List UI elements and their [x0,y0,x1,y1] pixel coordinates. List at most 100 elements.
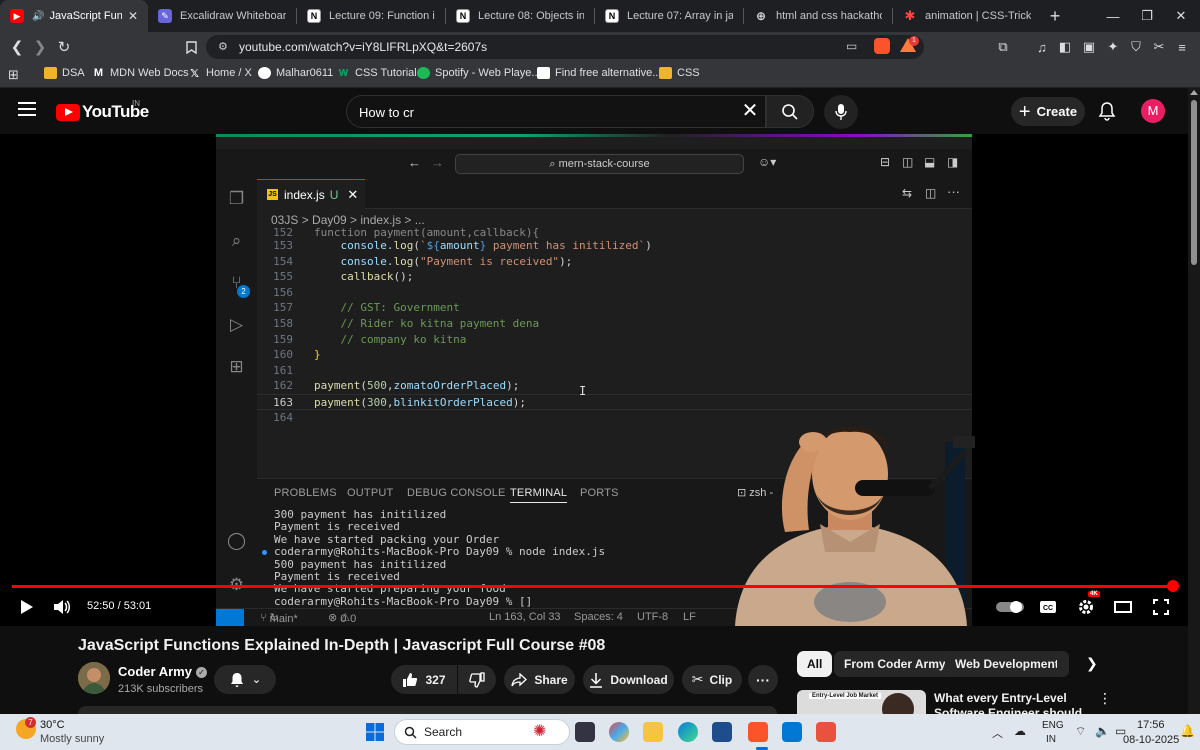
subscribed-notifications-button[interactable]: ⌄ [214,665,276,694]
recommended-thumbnail[interactable]: Entry-Level Job Market [797,690,926,714]
channel-name[interactable]: Coder Army ✓ [118,664,207,679]
chip-overflow[interactable] [1057,651,1069,677]
account-avatar[interactable]: M [1141,99,1165,123]
chip-from-coder-army[interactable]: From Coder Army [834,651,956,677]
bookmark-css[interactable]: CSS [659,67,700,79]
forward-icon[interactable]: ❯ [30,37,50,57]
edge-icon[interactable] [678,722,698,742]
share-button[interactable]: Share [504,665,575,694]
channel-avatar[interactable] [78,662,110,694]
reload-icon[interactable]: ↻ [54,37,74,57]
progress-scrubber[interactable] [1167,580,1179,592]
file-explorer-icon[interactable] [643,722,663,742]
close-window-icon[interactable]: ✕ [1162,0,1200,32]
scroll-up-icon[interactable] [1190,90,1198,95]
bookmark-github[interactable]: Malhar0611 [258,67,333,79]
leo-ai-icon[interactable]: ✦ [1105,39,1121,55]
media-icon[interactable]: ♫ [1034,39,1050,55]
brave-shield-icon[interactable] [874,38,890,54]
like-button[interactable]: 327 [391,665,457,694]
voice-search-button[interactable] [824,95,858,129]
clock-time[interactable]: 17:56 [1137,719,1165,731]
play-button[interactable] [16,596,38,618]
description-box[interactable] [78,706,777,714]
mute-button[interactable] [51,596,73,618]
apps-grid-icon[interactable]: ⊞ [8,67,19,83]
vpn-icon[interactable]: ⛉ [1128,39,1144,55]
task-view-icon[interactable] [575,722,595,742]
hamburger-menu-icon[interactable] [18,102,36,116]
search-button[interactable] [766,95,814,128]
bookmark-icon[interactable] [181,37,201,57]
wallet-icon[interactable]: ▣ [1081,39,1097,55]
bookmark-mdn[interactable]: M MDN Web Docs [92,67,189,79]
recommendation-more-icon[interactable]: ⋮ [1098,690,1112,707]
vscode-icon[interactable] [782,722,802,742]
notification-center-icon[interactable]: 🔔 [1180,724,1195,738]
clear-search-icon[interactable]: ✕ [739,101,761,123]
scrollbar-thumb[interactable] [1191,100,1197,265]
clip-button[interactable]: ✂ Clip [682,665,742,694]
browser-tab-youtube[interactable]: ▶ 🔊 JavaScript Functions ✕ [0,0,148,32]
progress-bar[interactable] [12,585,1173,588]
language-indicator[interactable]: ENG [1042,720,1064,731]
video-player[interactable]: ← → ⌕ mern-stack-course ☺▾ ⊟ ◫ ⬓ ◨ ❐ ⌕ ⑂… [0,134,1188,626]
extensions-icon[interactable]: ✂ [1151,39,1167,55]
download-button[interactable]: Download [583,665,674,694]
captions-button[interactable]: CC [1037,596,1059,618]
address-bar[interactable]: ⚙ youtube.com/watch?v=iY8LIFRLpXQ&t=2607… [206,35,924,59]
new-tab-button[interactable]: + [1041,6,1069,27]
browser-tab-lecture08[interactable]: N Lecture 08: Objects in Java [446,0,594,32]
clock-date[interactable]: 08-10-2025 [1123,734,1179,746]
settings-button[interactable]: 4K [1075,591,1100,618]
brave-browser-icon[interactable] [748,722,768,742]
back-arrow-icon: ← [408,155,421,170]
chip-web-development[interactable]: Web Development [945,651,1069,677]
search-input[interactable]: How to cr ✕ [346,95,766,128]
system-tray-cloud-icon[interactable]: ☁ [1014,724,1026,738]
minimize-icon[interactable]: — [1094,0,1132,32]
bookmark-alternatives[interactable]: Find free alternative... [537,67,661,79]
bookmark-x[interactable]: 𝕏 Home / X [188,67,252,80]
browser-tab-lecture09[interactable]: N Lecture 09: Function in Java [297,0,445,32]
back-icon[interactable]: ❮ [7,37,27,57]
browser-tab-css-tricks[interactable]: ✱ animation | CSS-Tricks [893,0,1041,32]
bookmark-css-tutorial[interactable]: W CSS Tutorial [337,67,417,79]
end-of-line: LF [683,611,696,623]
volume-icon[interactable]: 🔈 [1095,724,1110,738]
microsoft-store-icon[interactable] [712,722,732,742]
browser-tab-lecture07[interactable]: N Lecture 07: Array in javascript [595,0,743,32]
cast-icon[interactable]: ▭ [846,39,857,53]
fullscreen-button[interactable] [1150,596,1172,618]
bookmark-spotify[interactable]: Spotify - Web Playe... [417,67,541,79]
site-info-icon[interactable]: ⚙ [218,40,228,53]
autoplay-toggle[interactable] [995,596,1025,618]
create-button[interactable]: + Create [1011,97,1085,126]
wifi-icon[interactable]: ⌔ [1075,724,1086,739]
weather-temperature[interactable]: 30°C [40,719,65,731]
autoplay-toggle-icon [996,601,1024,613]
more-actions-button[interactable]: ··· [748,665,778,694]
screenshot-icon[interactable]: ⧉ [995,39,1011,55]
theater-mode-button[interactable] [1112,596,1134,618]
weather-description[interactable]: Mostly sunny [40,733,104,745]
browser-tab-excalidraw[interactable]: ✎ Excalidraw Whiteboard [148,0,296,32]
taskbar-search[interactable]: Search ✺ [394,719,570,745]
dislike-button[interactable] [458,665,496,694]
notifications-button[interactable] [1098,101,1118,121]
copilot-icon[interactable] [609,722,629,742]
brave-alt-icon[interactable] [816,722,836,742]
restore-icon[interactable]: ❐ [1128,0,1166,32]
audio-playing-icon[interactable]: 🔊 [32,11,44,22]
browser-tab-hackathon[interactable]: ⊕ html and css hackathon - C [744,0,892,32]
bookmark-dsa[interactable]: DSA [44,67,85,79]
close-tab-icon[interactable]: ✕ [128,9,138,23]
page-scrollbar[interactable] [1188,88,1200,714]
menu-icon[interactable]: ≡ [1174,39,1190,55]
chip-all[interactable]: All [797,651,833,677]
recommended-title[interactable]: What every Entry-Level Software Engineer… [934,691,1094,714]
show-hidden-icons[interactable]: ︿ [992,725,1003,741]
sidebar-icon[interactable]: ◧ [1057,39,1073,55]
chips-next-icon[interactable]: ❯ [1086,655,1098,672]
start-button[interactable] [366,723,384,741]
